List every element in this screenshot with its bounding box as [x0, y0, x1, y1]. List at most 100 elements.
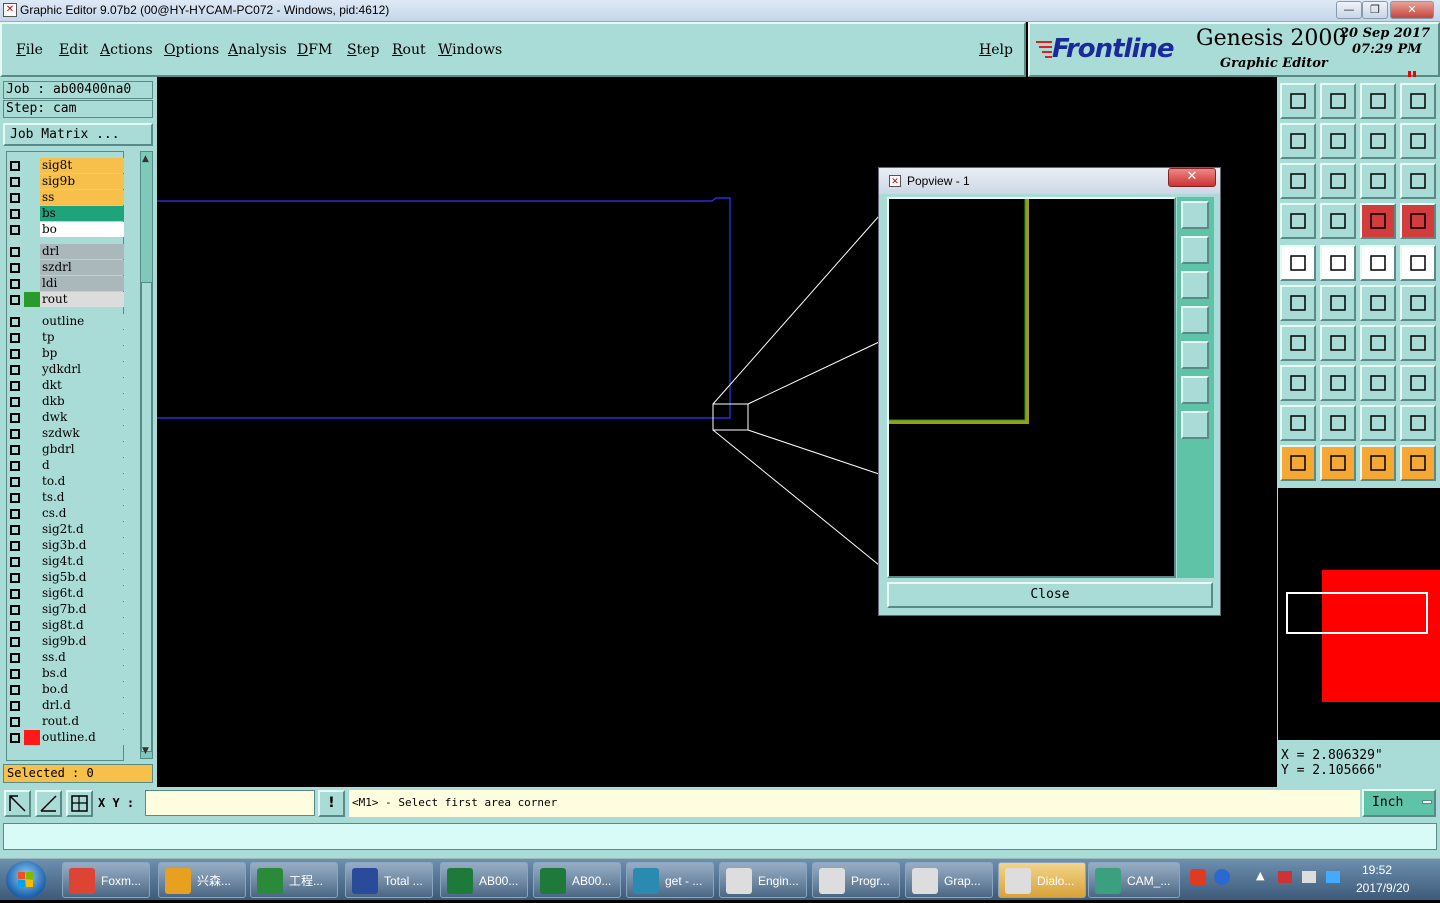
- scroll-up-icon[interactable]: ▲: [142, 154, 149, 164]
- layer-color-swatch[interactable]: [24, 190, 40, 205]
- taskbar-button[interactable]: Grap...: [905, 862, 993, 898]
- split-icon[interactable]: [1400, 325, 1436, 361]
- taskbar-button[interactable]: Progr...: [812, 862, 900, 898]
- layer-name[interactable]: bs: [40, 206, 124, 221]
- layer-name[interactable]: gbdrl: [40, 442, 124, 457]
- layer-checkbox[interactable]: [10, 161, 20, 171]
- zoom-center-icon[interactable]: [1320, 163, 1356, 199]
- layer-color-swatch[interactable]: [24, 714, 40, 729]
- layer-name[interactable]: dkt: [40, 378, 124, 393]
- layer-color-swatch[interactable]: [24, 442, 40, 457]
- arrow-shape-icon[interactable]: [1360, 405, 1396, 441]
- layer-row[interactable]: outline.d: [6, 730, 124, 745]
- layer-color-swatch[interactable]: [24, 346, 40, 361]
- query-icon[interactable]: [1400, 163, 1436, 199]
- layer-color-swatch[interactable]: [24, 378, 40, 393]
- open-job-icon[interactable]: [1280, 83, 1316, 119]
- layer-row[interactable]: ldi: [6, 276, 124, 291]
- layer-color-swatch[interactable]: [24, 570, 40, 585]
- menu-options[interactable]: Options: [164, 42, 219, 58]
- menu-dfm[interactable]: DFM: [297, 42, 332, 58]
- layer-row[interactable]: ts.d: [6, 490, 124, 505]
- minus-icon[interactable]: [1320, 365, 1356, 401]
- layer-checkbox[interactable]: [10, 509, 20, 519]
- move-icon[interactable]: [1280, 365, 1316, 401]
- layer-color-swatch[interactable]: [24, 506, 40, 521]
- layer-name[interactable]: cs.d: [40, 506, 124, 521]
- grid-toggle-icon[interactable]: [1320, 203, 1356, 239]
- arrow-up-icon[interactable]: [1320, 405, 1356, 441]
- layer-name[interactable]: sig9b: [40, 174, 124, 189]
- scroll-down-icon[interactable]: ▼: [142, 746, 149, 756]
- layer-name[interactable]: bs.d: [40, 666, 124, 681]
- tray-help-icon[interactable]: [1214, 869, 1230, 885]
- layer-color-swatch[interactable]: [24, 330, 40, 345]
- layer-checkbox[interactable]: [10, 589, 20, 599]
- layer-checkbox[interactable]: [10, 717, 20, 727]
- select-cursor-icon[interactable]: [1360, 445, 1396, 481]
- layer-name[interactable]: drl.d: [40, 698, 124, 713]
- taskbar-button[interactable]: Total ...: [345, 862, 433, 898]
- layer-name[interactable]: sig9b.d: [40, 634, 124, 649]
- layer-color-swatch[interactable]: [24, 602, 40, 617]
- layer-row[interactable]: sig9b.d: [6, 634, 124, 649]
- layer-color-swatch[interactable]: [24, 206, 40, 221]
- layer-name[interactable]: dkb: [40, 394, 124, 409]
- layer-name[interactable]: dwk: [40, 410, 124, 425]
- taskbar-button[interactable]: CAM_...: [1088, 862, 1180, 898]
- layer-name[interactable]: sig7b.d: [40, 602, 124, 617]
- scale-icon[interactable]: [1360, 163, 1396, 199]
- layer-name[interactable]: outline: [40, 314, 124, 329]
- layer-row[interactable]: cs.d: [6, 506, 124, 521]
- layer-color-swatch[interactable]: [24, 730, 40, 745]
- layer-row[interactable]: drl.d: [6, 698, 124, 713]
- select-net-icon[interactable]: [1400, 445, 1436, 481]
- connect-icon[interactable]: [1360, 285, 1396, 321]
- layer-row[interactable]: ydkdrl: [6, 362, 124, 377]
- layer-checkbox[interactable]: [10, 525, 20, 535]
- layer-row[interactable]: ss: [6, 190, 124, 205]
- layer-color-swatch[interactable]: [24, 682, 40, 697]
- layer-row[interactable]: sig2t.d: [6, 522, 124, 537]
- tray-network-icon[interactable]: [1278, 871, 1292, 883]
- layer-row[interactable]: bs.d: [6, 666, 124, 681]
- layer-color-swatch[interactable]: [24, 554, 40, 569]
- layer-checkbox[interactable]: [10, 685, 20, 695]
- layer-checkbox[interactable]: [10, 701, 20, 711]
- layer-row[interactable]: bs: [6, 206, 124, 221]
- home-icon[interactable]: [1360, 83, 1396, 119]
- menu-windows[interactable]: Windows: [438, 42, 502, 58]
- select-arrow-icon[interactable]: [1280, 445, 1316, 481]
- layer-checkbox[interactable]: [10, 397, 20, 407]
- popview-pan-up-icon[interactable]: [1181, 236, 1209, 264]
- overview-map[interactable]: [1278, 488, 1440, 740]
- layer-color-swatch[interactable]: [24, 618, 40, 633]
- taskbar-button[interactable]: Foxm...: [62, 862, 150, 898]
- layer-name[interactable]: ldi: [40, 276, 124, 291]
- menu-edit[interactable]: Edit: [59, 42, 88, 58]
- popview-close-button[interactable]: Close: [887, 582, 1213, 608]
- layer-name[interactable]: ts.d: [40, 490, 124, 505]
- layer-name[interactable]: sig4t.d: [40, 554, 124, 569]
- layer-checkbox[interactable]: [10, 247, 20, 257]
- layer-checkbox[interactable]: [10, 461, 20, 471]
- minimize-button[interactable]: —: [1336, 1, 1362, 19]
- layer-checkbox[interactable]: [10, 653, 20, 663]
- net-icon[interactable]: [1400, 203, 1436, 239]
- arc-icon[interactable]: [1360, 325, 1396, 361]
- layer-row[interactable]: sig3b.d: [6, 538, 124, 553]
- layer-row[interactable]: szdwk: [6, 426, 124, 441]
- alert-button[interactable]: !: [318, 790, 345, 817]
- point-icon[interactable]: [1400, 285, 1436, 321]
- snap-icon[interactable]: [4, 790, 31, 817]
- start-button[interactable]: [6, 861, 46, 899]
- layer-checkbox[interactable]: [10, 333, 20, 343]
- layer-color-swatch[interactable]: [24, 666, 40, 681]
- layer-checkbox[interactable]: [10, 669, 20, 679]
- save-icon[interactable]: [1320, 83, 1356, 119]
- layer-row[interactable]: sig8t.d: [6, 618, 124, 633]
- scroll-thumb[interactable]: [141, 282, 152, 752]
- layer-name[interactable]: szdrl: [40, 260, 124, 275]
- layer-color-swatch[interactable]: [24, 260, 40, 275]
- popview-zoom-icon[interactable]: [1181, 201, 1209, 229]
